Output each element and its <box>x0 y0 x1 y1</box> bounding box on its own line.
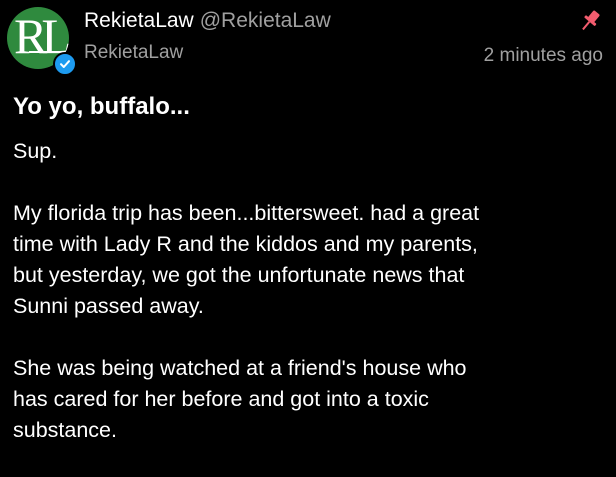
pin-icon[interactable] <box>576 7 604 35</box>
avatar-container[interactable]: RL <box>7 7 77 76</box>
post-title: Yo yo, buffalo... <box>13 93 190 120</box>
post-card: RL RekietaLaw @RekietaLaw RekietaLaw 2 mi… <box>0 0 616 460</box>
post-paragraph: Sup. <box>13 139 58 163</box>
post-paragraph: She was being watched at a friend's hous… <box>13 356 467 442</box>
author-sub-name[interactable]: RekietaLaw <box>84 41 183 65</box>
verified-badge-icon <box>53 52 77 76</box>
avatar-scale-mark <box>29 51 51 53</box>
post-body: Sup. My florida trip has been...bittersw… <box>13 136 608 477</box>
author-handle[interactable]: @RekietaLaw <box>200 9 331 32</box>
display-name[interactable]: RekietaLaw <box>84 9 194 32</box>
post-paragraph: My florida trip has been...bittersweet. … <box>13 201 480 318</box>
post-timestamp: 2 minutes ago <box>483 45 603 66</box>
author-line: RekietaLaw @RekietaLaw <box>84 8 331 34</box>
